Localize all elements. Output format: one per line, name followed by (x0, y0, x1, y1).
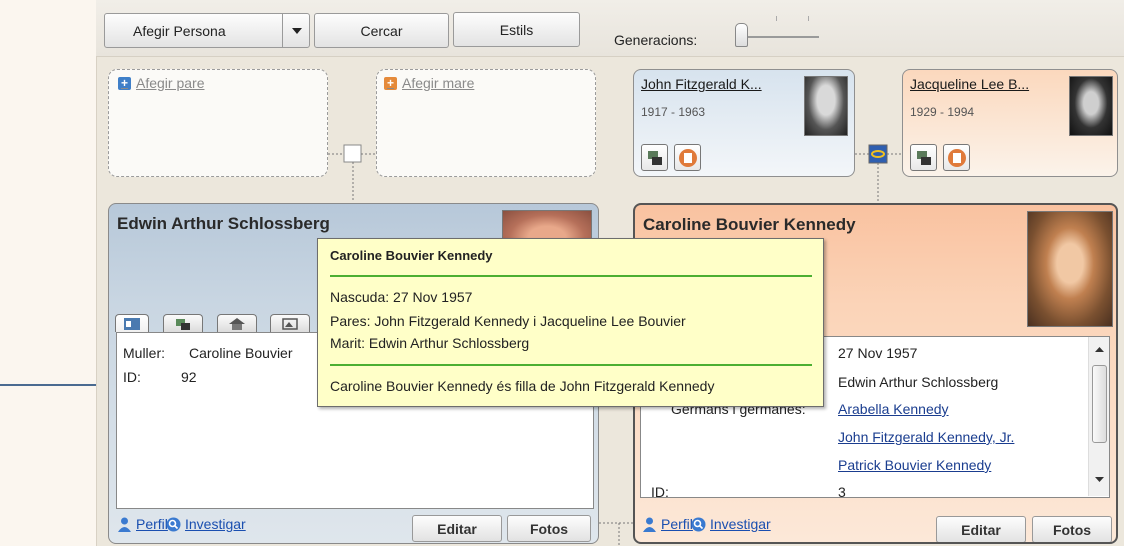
tab-details[interactable] (115, 314, 149, 332)
connector-lines (328, 144, 376, 200)
add-father-label: Afegir pare (136, 75, 205, 91)
details-scrollbar[interactable] (1088, 337, 1109, 496)
id-label: ID: (123, 369, 141, 385)
plus-icon: + (118, 76, 131, 90)
scroll-up-icon (1095, 347, 1104, 352)
add-mother-link[interactable]: + Afegir mare (384, 75, 474, 91)
edit-label: Editar (437, 520, 477, 537)
spouse-value: Edwin Arthur Schlossberg (838, 374, 999, 390)
profile-label: Perfil (661, 516, 693, 532)
scroll-thumb[interactable] (1092, 365, 1107, 443)
marriage-connector (855, 144, 902, 204)
edit-button[interactable]: Editar (936, 516, 1026, 542)
add-father-link[interactable]: + Afegir pare (118, 75, 204, 91)
tooltip-divider (330, 275, 812, 277)
wife-value: Caroline Bouvier (189, 345, 293, 361)
focus-person-photo (1027, 211, 1113, 327)
profile-label: Perfil (136, 516, 168, 532)
sibling-link[interactable]: John Fitzgerald Kennedy, Jr. (838, 429, 1014, 445)
picture-icon (282, 317, 298, 330)
edit-label: Editar (961, 521, 1001, 538)
plus-icon: + (384, 76, 397, 90)
tooltip-parents: Pares: John Fitzgerald Kennedy i Jacquel… (330, 313, 686, 329)
photos-button[interactable]: Fotos (1032, 516, 1112, 542)
id-card-icon (124, 317, 140, 330)
search-icon (691, 517, 706, 531)
add-person-dropdown[interactable] (282, 13, 310, 48)
add-mother-label: Afegir mare (402, 75, 475, 91)
tooltip-born: Nascuda: 27 Nov 1957 (330, 289, 473, 305)
tooltip-divider (330, 364, 812, 366)
slider-tick (776, 16, 777, 21)
id-value: 92 (181, 369, 197, 385)
person-icon (118, 517, 131, 532)
family-tree-icon (176, 318, 190, 330)
family-tree-icon[interactable] (910, 144, 937, 171)
mother-card[interactable]: Jacqueline Lee B... 1929 - 1994 (902, 69, 1118, 177)
person-tooltip: Caroline Bouvier Kennedy Nascuda: 27 Nov… (317, 238, 824, 407)
father-name[interactable]: John Fitzgerald K... (641, 76, 762, 92)
focus-id-label: ID: (651, 484, 669, 500)
tooltip-title: Caroline Bouvier Kennedy (330, 248, 493, 263)
styles-button[interactable]: Estils (453, 12, 580, 47)
sibling-link[interactable]: Arabella Kennedy (838, 401, 949, 417)
search-button[interactable]: Cercar (314, 13, 449, 48)
spouse-name[interactable]: Edwin Arthur Schlossberg (117, 214, 330, 234)
tooltip-husband: Marit: Edwin Arthur Schlossberg (330, 335, 530, 351)
scroll-down-icon (1095, 477, 1104, 482)
tab-home[interactable] (217, 314, 257, 332)
father-photo (804, 76, 848, 136)
mother-dates: 1929 - 1994 (910, 105, 975, 119)
generations-label: Generacions: (614, 32, 698, 48)
mother-photo (1069, 76, 1113, 136)
person-icon (643, 517, 656, 532)
tab-media[interactable] (270, 314, 310, 332)
born-value: 27 Nov 1957 (838, 345, 918, 361)
house-icon (229, 317, 245, 330)
slider-tick (808, 16, 809, 21)
edit-button[interactable]: Editar (412, 515, 502, 542)
styles-label: Estils (499, 21, 534, 38)
search-icon (166, 517, 181, 531)
research-link[interactable]: Investigar (166, 516, 246, 532)
focus-id-value: 3 (838, 484, 846, 500)
add-person-button[interactable]: Afegir Persona (104, 13, 310, 48)
add-person-label: Afegir Persona (133, 22, 226, 39)
photos-label: Fotos (1052, 521, 1092, 538)
profile-link[interactable]: Perfil (117, 516, 168, 532)
generations-slider-track[interactable] (744, 36, 819, 38)
couple-connector (599, 522, 634, 546)
focus-person-name[interactable]: Caroline Bouvier Kennedy (643, 215, 856, 235)
notes-icon[interactable] (674, 144, 701, 171)
family-tree-icon[interactable] (641, 144, 668, 171)
notes-icon[interactable] (943, 144, 970, 171)
chevron-down-icon (291, 27, 302, 34)
tab-tree[interactable] (163, 314, 203, 332)
wife-label: Muller: (123, 345, 166, 361)
mother-name[interactable]: Jacqueline Lee B... (910, 76, 1029, 92)
research-link[interactable]: Investigar (691, 516, 771, 532)
profile-link[interactable]: Perfil (642, 516, 693, 532)
search-label: Cercar (360, 22, 403, 39)
generations-slider-thumb[interactable] (735, 23, 748, 47)
photos-button[interactable]: Fotos (507, 515, 591, 542)
father-card[interactable]: John Fitzgerald K... 1917 - 1963 (633, 69, 855, 177)
father-dates: 1917 - 1963 (641, 105, 706, 119)
photos-label: Fotos (529, 520, 569, 537)
sibling-link[interactable]: Patrick Bouvier Kennedy (838, 457, 991, 473)
tooltip-relation: Caroline Bouvier Kennedy és filla de Joh… (330, 378, 715, 394)
research-label: Investigar (710, 516, 771, 532)
research-label: Investigar (185, 516, 246, 532)
